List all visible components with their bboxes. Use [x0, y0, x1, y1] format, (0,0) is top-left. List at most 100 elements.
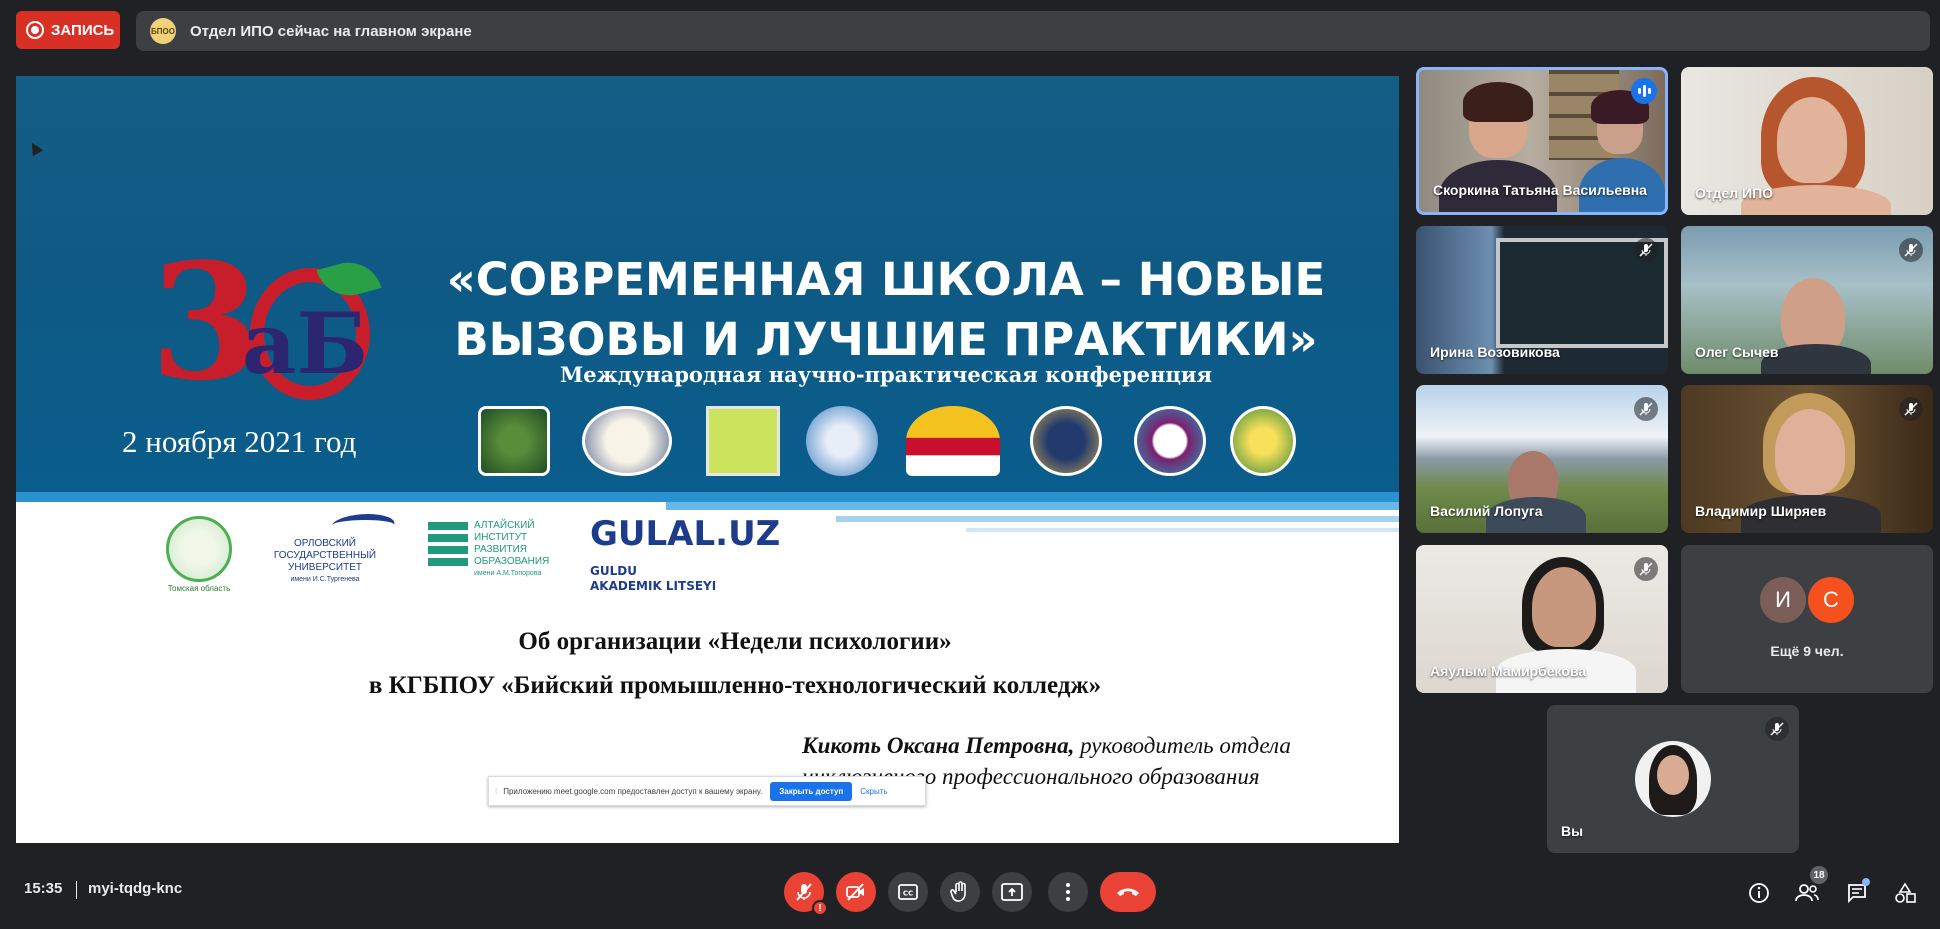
muted-mic-icon: [1634, 397, 1658, 421]
share-message: Приложению meet.google.com предоставлен …: [503, 786, 763, 796]
participants-button[interactable]: 18: [1794, 866, 1828, 906]
participant-face: [1532, 567, 1596, 647]
muted-mic-icon: [1634, 557, 1658, 581]
presenting-banner-text: Отдел ИПО сейчас на главном экране: [190, 22, 472, 40]
altai-institute-sub: имени А.М.Топорова: [474, 570, 542, 577]
altai-building-icon: [428, 522, 468, 570]
tomsk-logo: [166, 516, 232, 582]
slide-date: 2 ноября 2021 год: [122, 424, 357, 459]
muted-mic-icon: [1765, 717, 1789, 741]
partner-logo-university: [582, 406, 672, 476]
svg-text:CC: CC: [903, 890, 913, 898]
info-icon: [1749, 883, 1769, 903]
screen-share-notification: ⁞ Приложению meet.google.com предоставле…: [488, 776, 926, 806]
partner-logo-globe: [806, 406, 878, 476]
participant-name: Отдел ИПО: [1695, 185, 1774, 201]
participant-count-badge: 18: [1810, 866, 1828, 884]
present-screen-icon: [1001, 883, 1023, 901]
participant-tile[interactable]: Ирина Возовикова: [1416, 226, 1668, 374]
participant-face: [1775, 409, 1845, 495]
gulal-sub2: AKADEMIK LITSEYI: [590, 579, 717, 593]
partner-logo-tuva: [1230, 406, 1296, 476]
oryol-university-name: ОРЛОВСКИЙ ГОСУДАРСТВЕННЫЙ УНИВЕРСИТЕТ: [273, 538, 377, 573]
slide-header: 3 аБ «СОВРЕМЕННАЯ ШКОЛА – НОВЫЕ ВЫЗОВЫ И…: [16, 76, 1399, 492]
participant-tile[interactable]: Скоркина Татьяна Васильевна: [1416, 67, 1668, 215]
meeting-details-button[interactable]: [1746, 880, 1772, 906]
gulal-sub1: GULDU: [590, 564, 637, 578]
speaking-indicator-icon: [1631, 78, 1657, 104]
chat-button[interactable]: [1844, 878, 1870, 906]
meeting-code[interactable]: myi-tqdg-knc: [88, 880, 182, 897]
mic-off-icon: [796, 883, 812, 901]
closed-captions-icon: CC: [898, 884, 918, 900]
record-icon: [26, 21, 44, 39]
camera-off-icon: [846, 883, 864, 901]
participant-name: Василий Лопуга: [1430, 503, 1543, 519]
muted-mic-icon: [1899, 238, 1923, 262]
hang-up-icon: [1117, 888, 1139, 896]
participant-name: Скоркина Татьяна Васильевна: [1433, 182, 1647, 198]
leave-call-button[interactable]: [1100, 872, 1156, 912]
participant-tile[interactable]: Отдел ИПО: [1681, 67, 1933, 215]
participant-tile[interactable]: Олег Сычев: [1681, 226, 1933, 374]
participant-face: [1777, 97, 1847, 183]
presenting-banner: БПОО Отдел ИПО сейчас на главном экране: [136, 11, 1930, 51]
muted-mic-icon: [1634, 238, 1658, 262]
partner-logo-agppu: [478, 406, 550, 476]
raise-hand-button[interactable]: [940, 872, 980, 912]
more-vert-icon: [1066, 883, 1070, 901]
participant-name: Вы: [1561, 823, 1584, 839]
recording-button[interactable]: ЗАПИСЬ: [16, 11, 120, 49]
mouse-cursor-icon: [26, 139, 44, 157]
participant-name: Аяулым Мамирбекова: [1430, 663, 1587, 679]
avatar: С: [1808, 577, 1854, 623]
activities-button[interactable]: [1892, 880, 1918, 906]
shared-screen[interactable]: 3 аБ «СОВРЕМЕННАЯ ШКОЛА – НОВЫЕ ВЫЗОВЫ И…: [16, 76, 1399, 843]
slide-title: «СОВРЕМЕННАЯ ШКОЛА – НОВЫЕ ВЫЗОВЫ И ЛУЧШ…: [446, 250, 1326, 370]
participant-name: Олег Сычев: [1695, 344, 1779, 360]
hide-notification-link[interactable]: Скрыть: [860, 787, 887, 796]
muted-mic-icon: [1899, 397, 1923, 421]
gulal-title: GULAL.UZ: [590, 514, 781, 554]
partner-logo-semey: [1030, 406, 1102, 476]
participant-tile[interactable]: Владимир Ширяев: [1681, 385, 1933, 533]
participant-tile[interactable]: Василий Лопуга: [1416, 385, 1668, 533]
participant-name: Владимир Ширяев: [1695, 503, 1827, 519]
more-participants-label: Ещё 9 чел.: [1770, 643, 1844, 659]
slide-topic-line1: Об организации «Недели психологии»: [518, 628, 952, 655]
meeting-clock: 15:35: [24, 880, 63, 897]
author-role: руководитель отдела: [1074, 733, 1291, 758]
altai-institute-name: АЛТАЙСКИЙ ИНСТИТУТ РАЗВИТИЯ ОБРАЗОВАНИЯ: [474, 520, 550, 567]
slide-title-line2: ВЫЗОВЫ И ЛУЧШИЕ ПРАКТИКИ»: [454, 313, 1318, 366]
stop-sharing-button[interactable]: Закрыть доступ: [770, 781, 853, 801]
oryol-wing-icon: [326, 514, 400, 536]
drag-handle-icon[interactable]: ⁞: [495, 787, 497, 796]
more-options-button[interactable]: [1048, 872, 1088, 912]
anniversary-logo: 3 аБ: [150, 242, 382, 412]
oryol-university-logo: ОРЛОВСКИЙ ГОСУДАРСТВЕННЫЙ УНИВЕРСИТЕТ им…: [272, 538, 378, 586]
microphone-button[interactable]: !: [784, 872, 828, 916]
presenter-avatar: БПОО: [150, 18, 176, 44]
oryol-university-sub: имени И.С.Тургенева: [290, 576, 360, 583]
present-button[interactable]: [992, 872, 1032, 912]
self-view-tile[interactable]: Вы: [1547, 705, 1799, 853]
participant-tile[interactable]: Аяулым Мамирбекова: [1416, 545, 1668, 693]
recording-label: ЗАПИСЬ: [51, 21, 115, 39]
participant-hair: [1463, 82, 1533, 122]
bottom-bar: 15:35 myi-tqdg-knc ! CC 18: [0, 862, 1940, 922]
divider: [76, 881, 77, 899]
partner-logo-imc: [706, 406, 780, 476]
slide-topic-line2: в КГБПОУ «Бийский промышленно-технологич…: [368, 672, 1102, 699]
slide-stripe: [16, 492, 1399, 502]
slide-subtitle: Международная научно-практическая конфер…: [560, 362, 1212, 387]
activities-shapes-icon: [1895, 882, 1916, 903]
top-bar: ЗАПИСЬ БПОО Отдел ИПО сейчас на главном …: [0, 0, 1940, 62]
more-participants-tile[interactable]: И С Ещё 9 чел.: [1681, 545, 1933, 693]
camera-button[interactable]: [836, 872, 876, 912]
tomsk-caption: Томская область: [167, 584, 231, 593]
slide-stripe-3: [836, 516, 1399, 522]
partner-logo-book: [906, 406, 1000, 476]
captions-button[interactable]: CC: [888, 872, 928, 912]
unread-chat-dot: [1862, 878, 1870, 886]
hand-icon: [950, 881, 966, 902]
